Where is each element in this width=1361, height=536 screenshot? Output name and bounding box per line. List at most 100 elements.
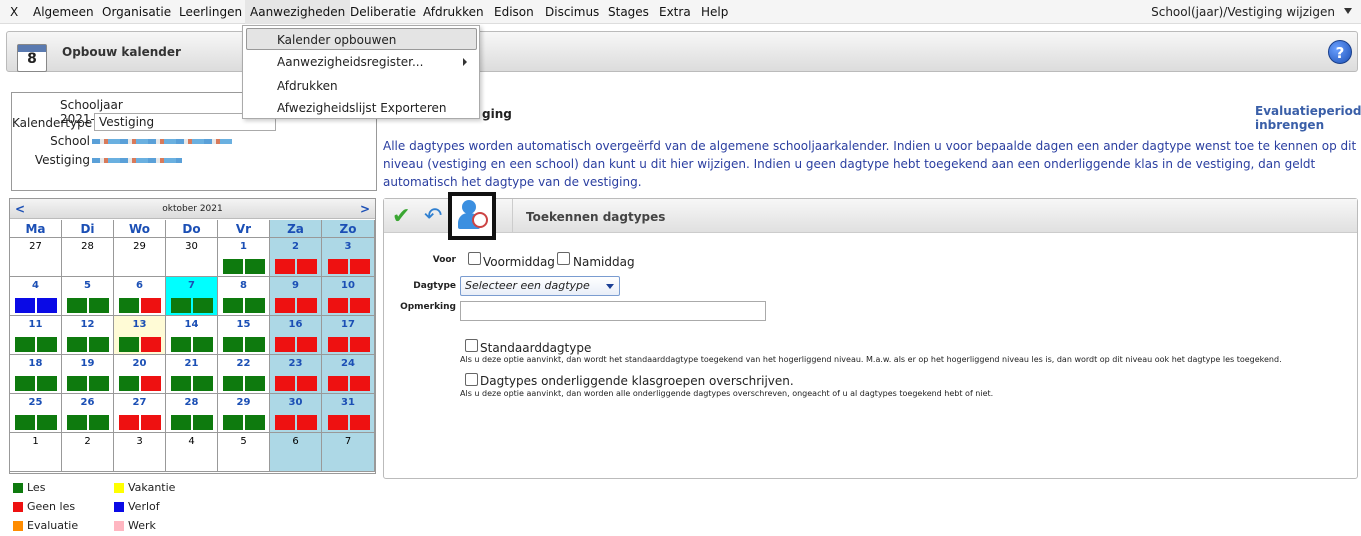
dropdown-item-afdrukken[interactable]: Afdrukken: [243, 75, 479, 97]
standaarddagtype-label: Standaarddagtype: [480, 341, 592, 355]
weekday-header: Ma: [10, 220, 62, 238]
calendar-day-cell[interactable]: 4: [10, 277, 62, 316]
menu-item-discimus[interactable]: Discimus: [540, 0, 604, 24]
calendar-day-cell[interactable]: 19: [62, 355, 114, 394]
calendar-day-cell[interactable]: 27: [114, 394, 166, 433]
opmerking-input[interactable]: [460, 301, 766, 321]
eval-link-line2[interactable]: inbrengen: [1255, 118, 1361, 132]
calendar-day-number: 10: [341, 280, 355, 291]
menu-item-leerlingen[interactable]: Leerlingen: [174, 0, 247, 24]
calendar-day-cell[interactable]: 12: [62, 316, 114, 355]
calendar-day-cell[interactable]: 29: [114, 238, 166, 277]
namiddag-checkbox[interactable]: [557, 252, 570, 265]
dropdown-item-aanwezigheidsregister[interactable]: Aanwezigheidsregister...: [243, 51, 479, 73]
calendar-day-cell[interactable]: 5: [218, 433, 270, 472]
daytype-block: [275, 298, 295, 313]
check-icon[interactable]: ✔: [392, 205, 422, 229]
calendar-day-cell[interactable]: 3: [322, 238, 375, 277]
calendar-day-cell[interactable]: 27: [10, 238, 62, 277]
calendar-day-cell[interactable]: 28: [166, 394, 218, 433]
next-month-button[interactable]: >: [360, 202, 370, 216]
menu-item-stages[interactable]: Stages: [603, 0, 654, 24]
dagtype-select[interactable]: Selecteer een dagtype: [460, 276, 620, 296]
daytype-block: [245, 298, 265, 313]
calendar-day-cell[interactable]: 10: [322, 277, 375, 316]
calendar-day-cell[interactable]: 16: [270, 316, 322, 355]
assign-daytype-panel: ✔ ↶ Toekennen dagtypes Voor Voormiddag N…: [383, 192, 1358, 479]
person-clock-icon[interactable]: [448, 192, 496, 240]
legend-label: Verlof: [128, 500, 160, 513]
calendar-day-cell[interactable]: 22: [218, 355, 270, 394]
help-icon[interactable]: ?: [1328, 40, 1352, 64]
calendar-day-cell[interactable]: 21: [166, 355, 218, 394]
undo-icon[interactable]: ↶: [424, 204, 450, 230]
voormiddag-checkbox[interactable]: [468, 252, 481, 265]
calendar-day-cell[interactable]: 7: [322, 433, 375, 472]
dropdown-item-afwezigheidslijst[interactable]: Afwezigheidslijst Exporteren: [243, 97, 479, 119]
calendar-day-cell[interactable]: 2: [270, 238, 322, 277]
aanwezigheden-dropdown: Kalender opbouwen Aanwezigheidsregister.…: [242, 25, 480, 119]
calendar-day-cell[interactable]: 1: [218, 238, 270, 277]
standaarddagtype-checkbox[interactable]: [465, 339, 478, 352]
daytype-block: [193, 415, 213, 430]
menu-item-extra[interactable]: Extra: [654, 0, 696, 24]
calendar-day-cell[interactable]: 24: [322, 355, 375, 394]
calendar-day-cell[interactable]: 30: [166, 238, 218, 277]
legend-swatch: [114, 502, 124, 512]
evaluatieperiodes-link[interactable]: Evaluatieperiodes inbrengen: [1255, 104, 1361, 132]
calendar-day-cell[interactable]: 15: [218, 316, 270, 355]
legend-label: Geen les: [27, 500, 76, 513]
dagtype-label: Dagtype: [413, 281, 456, 291]
calendar-day-cell[interactable]: 28: [62, 238, 114, 277]
calendar-day-cell[interactable]: 17: [322, 316, 375, 355]
dropdown-item-kalender-opbouwen[interactable]: Kalender opbouwen: [246, 28, 477, 50]
eval-link-line1[interactable]: Evaluatieperiodes: [1255, 104, 1361, 118]
overschrijven-note: Als u deze optie aanvinkt, dan worden al…: [460, 389, 994, 398]
daytype-block: [275, 415, 295, 430]
menu-item-organisatie[interactable]: Organisatie: [97, 0, 176, 24]
daytype-block: [349, 337, 370, 352]
daytype-block: [119, 298, 139, 313]
calendar-day-cell[interactable]: 14: [166, 316, 218, 355]
menu-item-algemeen[interactable]: Algemeen: [28, 0, 99, 24]
calendar-day-cell[interactable]: 13: [114, 316, 166, 355]
daytype-block: [67, 415, 87, 430]
menu-item-edison[interactable]: Edison: [489, 0, 539, 24]
calendar-day-cell[interactable]: 29: [218, 394, 270, 433]
overschrijven-checkbox[interactable]: [465, 373, 478, 386]
weekday-header: Wo: [114, 220, 166, 238]
calendar-day-cell[interactable]: 11: [10, 316, 62, 355]
calendar-day-cell[interactable]: 6: [270, 433, 322, 472]
calendar-day-number: 20: [132, 358, 147, 369]
calendar-day-cell[interactable]: 6: [114, 277, 166, 316]
chevron-down-icon[interactable]: [1344, 8, 1352, 14]
daytype-block: [37, 298, 57, 313]
menu-item-help[interactable]: Help: [696, 0, 733, 24]
calendar-month-label: oktober 2021: [162, 204, 223, 214]
calendar-day-cell[interactable]: 4: [166, 433, 218, 472]
calendar-day-cell[interactable]: 18: [10, 355, 62, 394]
calendar-day-cell[interactable]: 5: [62, 277, 114, 316]
calendar-day-cell[interactable]: 20: [114, 355, 166, 394]
calendar-day-cell[interactable]: 31: [322, 394, 375, 433]
calendar-day-cell[interactable]: 1: [10, 433, 62, 472]
calendar-day-number: 24: [341, 358, 355, 369]
calendar-day-cell[interactable]: 30: [270, 394, 322, 433]
calendar-day-cell[interactable]: 7: [166, 277, 218, 316]
calendar-icon: 8: [17, 44, 47, 72]
chevron-down-icon[interactable]: [606, 284, 614, 289]
legend-swatch: [13, 521, 23, 531]
calendar-day-cell[interactable]: 8: [218, 277, 270, 316]
menu-item-afdrukken[interactable]: Afdrukken: [418, 0, 489, 24]
calendar-day-cell[interactable]: 3: [114, 433, 166, 472]
menu-item-aanwezigheden[interactable]: Aanwezigheden: [245, 0, 351, 24]
calendar-day-cell[interactable]: 23: [270, 355, 322, 394]
calendar-day-cell[interactable]: 2: [62, 433, 114, 472]
menu-item-deliberatie[interactable]: Deliberatie: [345, 0, 421, 24]
calendar-day-cell[interactable]: 26: [62, 394, 114, 433]
calendar-day-cell[interactable]: 9: [270, 277, 322, 316]
calendar-day-cell[interactable]: 25: [10, 394, 62, 433]
calendar-day-number: 17: [341, 319, 355, 330]
menu-item-close[interactable]: X: [5, 0, 23, 24]
change-school-link[interactable]: School(jaar)/Vestiging wijzigen: [1151, 0, 1335, 24]
